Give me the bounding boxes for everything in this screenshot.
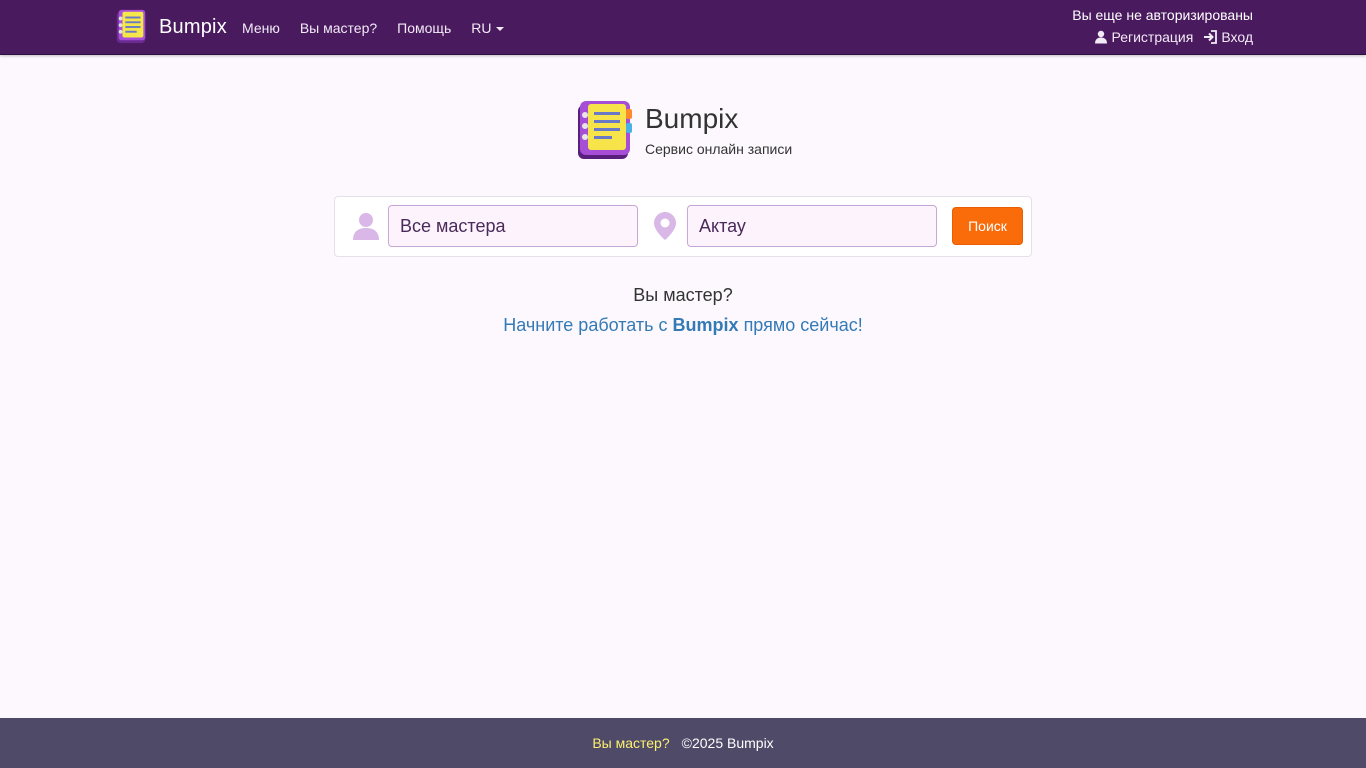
footer-copyright: ©2025 Bumpix <box>681 735 774 751</box>
auth-area: Вы еще не авторизированы Регистрация Вхо… <box>1072 5 1253 47</box>
hero-title: Bumpix <box>645 103 739 134</box>
city-search-input[interactable] <box>687 205 937 247</box>
search-button[interactable]: Поиск <box>952 207 1023 245</box>
auth-links: Регистрация Вход <box>1072 27 1253 47</box>
map-marker-icon <box>654 212 676 245</box>
hero: Bumpix Сервис онлайн записи <box>574 97 792 161</box>
brand-link[interactable]: Bumpix <box>112 7 227 47</box>
user-icon <box>1095 30 1108 44</box>
top-navbar: Bumpix Меню Вы мастер? Помощь RU Вы еще … <box>0 0 1366 55</box>
sign-in-icon <box>1204 30 1218 44</box>
cta-link-suffix: прямо сейчас! <box>738 315 863 335</box>
login-label: Вход <box>1221 29 1253 45</box>
nav-menu[interactable]: Меню <box>232 20 290 36</box>
cta-link-prefix: Начните работать с <box>503 315 673 335</box>
footer-master-link[interactable]: Вы мастер? <box>592 735 669 751</box>
nav-are-you-master[interactable]: Вы мастер? <box>290 20 387 36</box>
caret-down-icon <box>496 26 505 31</box>
cta-link-brand: Bumpix <box>672 315 739 335</box>
person-icon <box>351 211 381 246</box>
notebook-logo-icon <box>578 101 632 159</box>
nav-help[interactable]: Помощь <box>387 20 461 36</box>
main-nav: Меню Вы мастер? Помощь RU <box>232 0 514 55</box>
register-label: Регистрация <box>1111 29 1194 45</box>
cta-question: Вы мастер? <box>633 285 733 305</box>
hero-subtitle: Сервис онлайн записи <box>645 141 793 157</box>
language-label: RU <box>471 19 492 36</box>
notebook-logo-icon <box>116 9 146 44</box>
search-panel: Поиск <box>334 196 1032 257</box>
hero-text: Bumpix Сервис онлайн записи <box>645 101 792 157</box>
footer: Вы мастер? ©2025 Bumpix <box>0 718 1366 768</box>
cta-start-link[interactable]: Начните работать с Bumpix прямо сейчас! <box>0 315 1366 336</box>
login-link[interactable]: Вход <box>1203 27 1253 47</box>
register-link[interactable]: Регистрация <box>1094 27 1193 47</box>
master-search-input[interactable] <box>388 205 638 247</box>
brand-name: Bumpix <box>159 15 227 38</box>
auth-status: Вы еще не авторизированы <box>1072 7 1253 23</box>
language-dropdown[interactable]: RU <box>461 20 514 36</box>
